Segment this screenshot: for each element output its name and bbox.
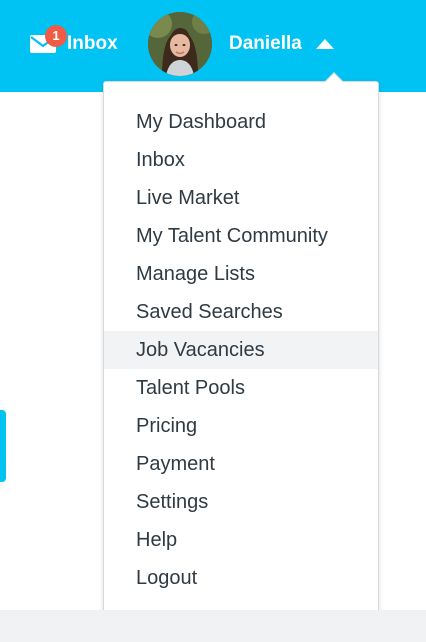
user-dropdown-menu: My Dashboard Inbox Live Market My Talent… <box>103 81 379 621</box>
menu-item-saved-searches[interactable]: Saved Searches <box>104 293 378 331</box>
menu-item-job-vacancies[interactable]: Job Vacancies <box>104 331 378 369</box>
menu-item-pricing[interactable]: Pricing <box>104 407 378 445</box>
menu-item-manage-lists[interactable]: Manage Lists <box>104 255 378 293</box>
menu-item-payment[interactable]: Payment <box>104 445 378 483</box>
page-footer-band <box>0 610 426 642</box>
top-navigation-bar: 1 Inbox Daniella <box>0 0 426 92</box>
caret-up-icon <box>315 39 334 49</box>
menu-item-settings[interactable]: Settings <box>104 483 378 521</box>
menu-item-live-market[interactable]: Live Market <box>104 179 378 217</box>
menu-item-my-dashboard[interactable]: My Dashboard <box>104 103 378 141</box>
menu-item-inbox[interactable]: Inbox <box>104 141 378 179</box>
side-panel-tab[interactable] <box>0 410 6 482</box>
avatar[interactable] <box>148 12 212 76</box>
inbox-label: Inbox <box>67 33 118 54</box>
envelope-icon: 1 <box>29 25 67 54</box>
user-name: Daniella <box>229 33 302 54</box>
inbox-unread-badge: 1 <box>45 25 67 47</box>
menu-item-logout[interactable]: Logout <box>104 559 378 597</box>
inbox-link[interactable]: 1 Inbox <box>29 25 118 58</box>
menu-item-my-talent-community[interactable]: My Talent Community <box>104 217 378 255</box>
menu-item-help[interactable]: Help <box>104 521 378 559</box>
user-menu-toggle[interactable]: Daniella <box>229 30 334 58</box>
dropdown-pointer <box>324 70 344 82</box>
menu-item-talent-pools[interactable]: Talent Pools <box>104 369 378 407</box>
